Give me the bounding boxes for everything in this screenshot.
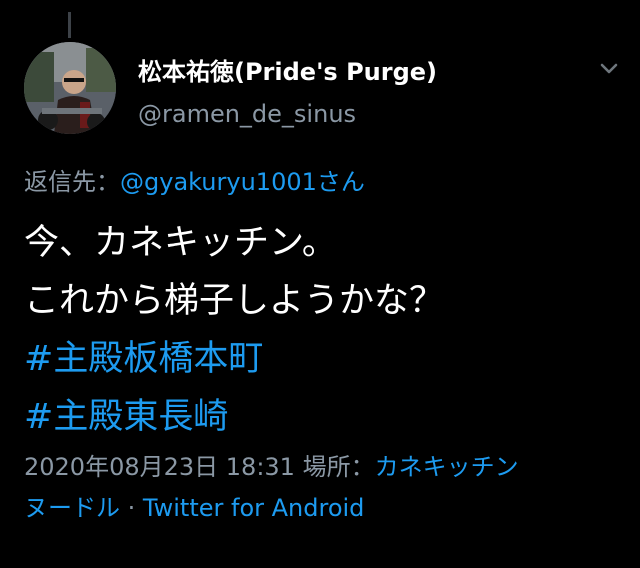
location-link-continued[interactable]: ヌードル	[24, 494, 120, 522]
author-display-name[interactable]: 松本祐徳(Pride's Purge)	[138, 52, 437, 87]
reply-mention-link[interactable]: @gyakuryu1001さん	[120, 168, 365, 196]
location-link[interactable]: カネキッチン	[375, 453, 519, 481]
thread-connector-line	[68, 12, 71, 38]
tweet-metadata: 2020年08月23日 18:31 場所：カネキッチン ヌードル · Twitt…	[24, 447, 624, 529]
chevron-down-icon	[600, 63, 618, 74]
hashtag-link[interactable]: #主殿板橋本町	[24, 330, 624, 388]
tweet-menu-button[interactable]	[596, 58, 622, 78]
tweet-timestamp[interactable]: 2020年08月23日 18:31	[24, 453, 295, 481]
author-avatar[interactable]	[24, 42, 116, 134]
hashtag-link[interactable]: #主殿東長崎	[24, 388, 624, 446]
tweet-text-line: これから梯子しようかな？	[24, 281, 445, 321]
tweet-text-line: 今、カネキッチン。	[24, 223, 337, 263]
location-label: 場所：	[302, 453, 375, 481]
reply-to-line: 返信先：@gyakuryu1001さん	[24, 162, 365, 197]
meta-separator: ·	[127, 494, 136, 522]
user-avatar-photo	[24, 42, 116, 134]
author-handle[interactable]: @ramen_de_sinus	[138, 100, 356, 128]
tweet-body: 今、カネキッチン。 これから梯子しようかな？ #主殿板橋本町 #主殿東長崎	[24, 214, 624, 446]
client-link[interactable]: Twitter for Android	[143, 494, 364, 522]
reply-prefix: 返信先：	[24, 168, 120, 196]
